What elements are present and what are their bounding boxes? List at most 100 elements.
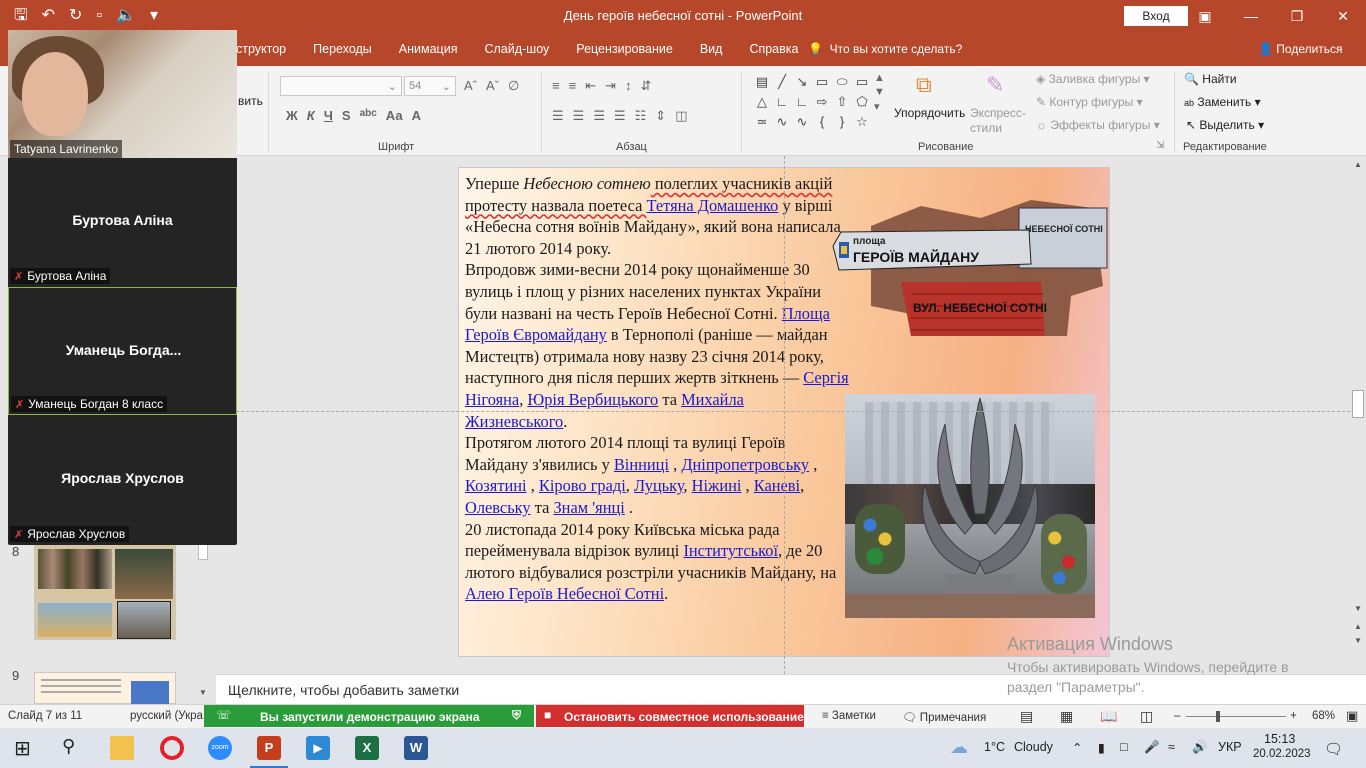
zoom-slider[interactable] xyxy=(1186,716,1286,717)
link-dnipropetrovsk[interactable]: Дніпропетровську xyxy=(681,455,809,474)
media-player-icon[interactable]: ▶ xyxy=(306,736,330,760)
decrease-indent-icon[interactable]: ⇤ xyxy=(585,78,596,94)
participant-tile[interactable]: Ярослав Хруслов ✗ Ярослав Хруслов xyxy=(8,416,237,544)
link-kirovohrad[interactable]: Кірово граді xyxy=(539,476,626,495)
share-button[interactable]: 👤 Поделиться xyxy=(1258,42,1343,56)
search-icon[interactable]: ⚲ xyxy=(62,736,86,760)
fit-to-window-icon[interactable]: ▣ xyxy=(1346,708,1358,724)
keyboard-language[interactable]: УКР xyxy=(1218,740,1242,754)
excel-icon[interactable]: X xyxy=(355,736,379,760)
powerpoint-icon[interactable]: P xyxy=(257,736,281,760)
link-lutsk[interactable]: Луцьку xyxy=(634,476,683,495)
zoom-slider-handle[interactable] xyxy=(1216,711,1221,722)
bold-button[interactable]: Ж xyxy=(286,108,298,123)
smartart-icon[interactable]: ◫ xyxy=(675,108,687,124)
opera-icon[interactable] xyxy=(160,736,184,760)
windows-start-icon[interactable]: ⊞ xyxy=(14,736,38,760)
participant-tile-active[interactable]: Уманець Богда... ✗ Уманець Богдан 8 класс xyxy=(8,287,237,415)
close-icon[interactable]: ✕ xyxy=(1320,0,1366,32)
clear-format-icon[interactable]: ∅ xyxy=(508,78,519,94)
participant-tile[interactable]: Буртова Аліна ✗ Буртова Аліна xyxy=(8,158,237,286)
street-sign-image[interactable]: НЕБЕСНОЇ СОТНІ площа ГЕРОЇВ МАЙДАНУ ВУЛ.… xyxy=(831,186,1110,336)
select-button[interactable]: ↖ Выделить ▾ xyxy=(1186,118,1264,132)
justify-icon[interactable]: ☰ xyxy=(614,108,626,124)
align-left-icon[interactable]: ☰ xyxy=(552,108,564,124)
zoom-level[interactable]: 68% xyxy=(1312,710,1335,722)
comments-toggle[interactable]: 🗨 Примечания xyxy=(902,710,986,724)
normal-view-icon[interactable]: ▤ xyxy=(1020,708,1033,725)
zoom-in-icon[interactable]: + xyxy=(1290,710,1297,722)
tell-me-search[interactable]: 💡 Что вы хотите сделать? xyxy=(808,42,962,56)
align-right-icon[interactable]: ☰ xyxy=(593,108,605,124)
columns-icon[interactable]: ☷ xyxy=(635,108,647,124)
link-kaniv[interactable]: Каневі xyxy=(754,476,800,495)
wifi-icon[interactable]: ≈ xyxy=(1168,740,1175,754)
find-button[interactable]: 🔍 Найти xyxy=(1184,72,1237,86)
grow-font-icon[interactable]: Aˆ xyxy=(464,78,477,94)
underline-button[interactable]: Ч xyxy=(324,108,333,123)
slide-thumbnail-9[interactable] xyxy=(34,672,176,705)
weather-temp[interactable]: 1°C xyxy=(984,740,1005,754)
clock-date[interactable]: 20.02.2023 xyxy=(1253,748,1311,760)
zoom-icon[interactable]: zoom xyxy=(208,736,232,760)
line-spacing-icon[interactable]: ↕ xyxy=(625,78,632,94)
ribbon-display-icon[interactable]: ▣ xyxy=(1182,0,1228,32)
slide-sorter-icon[interactable]: ▦ xyxy=(1060,708,1073,725)
increase-indent-icon[interactable]: ⇥ xyxy=(605,78,616,94)
shape-effects-button[interactable]: ☼ Эффекты фигуры ▾ xyxy=(1036,118,1160,132)
link-olevsk[interactable]: Олевську xyxy=(465,498,531,517)
shadow-button[interactable]: S xyxy=(342,108,351,123)
ribbon-tab[interactable]: Справка xyxy=(749,42,798,56)
slide-thumbnail-8[interactable] xyxy=(34,544,176,640)
link-koziatyn[interactable]: Козятині xyxy=(465,476,527,495)
char-spacing-button[interactable]: abc xyxy=(360,108,377,123)
notes-toggle[interactable]: ≡ Заметки xyxy=(822,710,876,722)
italic-button[interactable]: К xyxy=(307,108,315,123)
link-verbytskyi[interactable]: Юрія Вербицького xyxy=(527,390,658,409)
stop-sharing-button[interactable]: ■ Остановить совместное использование xyxy=(536,705,804,727)
align-text-icon[interactable]: ⇕ xyxy=(655,108,666,124)
shape-fill-button[interactable]: ◈ Заливка фигуры ▾ xyxy=(1036,72,1150,86)
reading-view-icon[interactable]: 📖 xyxy=(1100,708,1117,725)
file-explorer-icon[interactable] xyxy=(110,736,134,760)
shapes-scroll[interactable]: ▲ ▼ ▾ xyxy=(874,72,885,113)
ribbon-tab[interactable]: Рецензирование xyxy=(576,42,673,56)
weather-text[interactable]: Cloudy xyxy=(1014,740,1053,754)
link-heavenly-hundred-alley[interactable]: Алею Героїв Небесної Сотні xyxy=(465,584,664,603)
align-center-icon[interactable]: ☰ xyxy=(573,108,585,124)
change-case-button[interactable]: Аа xyxy=(386,108,403,123)
clock-time[interactable]: 15:13 xyxy=(1264,732,1295,746)
paste-partial-label[interactable]: вить xyxy=(238,94,263,108)
sign-in-button[interactable]: Вход xyxy=(1124,6,1188,26)
slide-body-text[interactable]: Уперше Небесною сотнею полеглих учасникі… xyxy=(465,173,849,605)
link-znamianka[interactable]: Знам 'янці xyxy=(553,498,624,517)
notifications-icon[interactable]: 🗨 xyxy=(1324,740,1343,758)
language-indicator[interactable]: русский (Укра xyxy=(130,710,203,722)
bullets-icon[interactable]: ≡ xyxy=(552,78,560,94)
quick-styles-button[interactable]: Экспресс-стили xyxy=(970,106,1030,136)
shape-outline-button[interactable]: ✎ Контур фигуры ▾ xyxy=(1036,95,1143,109)
word-icon[interactable]: W xyxy=(404,736,428,760)
font-dialog-launcher-icon[interactable]: ⇲ xyxy=(1156,140,1164,151)
replace-button[interactable]: ab Заменить ▾ xyxy=(1184,95,1261,109)
slide-scrollbar[interactable]: ▲ ▼ ▲ ▼ xyxy=(1350,156,1366,674)
ribbon-tab[interactable]: Слайд-шоу xyxy=(484,42,549,56)
font-size-combo[interactable]: 54 ⌄ xyxy=(404,76,456,96)
slideshow-view-icon[interactable]: ◫ xyxy=(1140,708,1153,725)
text-direction-icon[interactable]: ⇵ xyxy=(641,78,652,94)
link-instytutska[interactable]: Інститутської xyxy=(683,541,778,560)
shapes-gallery[interactable]: ▤ ╱ ↘ ▭ ⬭ ▭ △ ∟ ∟ ⇨ ⇧ ⬠ ≃ ∿ ∿{} ☆ xyxy=(752,72,872,132)
monument-image[interactable] xyxy=(845,394,1095,618)
font-name-combo[interactable]: ⌄ xyxy=(280,76,402,96)
battery-icon[interactable]: □ xyxy=(1120,740,1128,754)
link-tetiana-domashenko[interactable]: Тетяна Домашенко xyxy=(646,196,778,215)
tray-app-icon[interactable]: ▮ xyxy=(1098,740,1105,755)
minimize-icon[interactable]: — xyxy=(1228,0,1274,32)
shrink-font-icon[interactable]: Aˇ xyxy=(486,78,499,94)
font-color-button[interactable]: А xyxy=(412,108,421,123)
maximize-icon[interactable]: ❐ xyxy=(1274,0,1320,32)
ribbon-tab[interactable]: Вид xyxy=(700,42,723,56)
link-vinnytsia[interactable]: Вінниці xyxy=(614,455,669,474)
ribbon-tab[interactable]: Анимация xyxy=(399,42,458,56)
link-nizhyn[interactable]: Ніжині xyxy=(692,476,742,495)
